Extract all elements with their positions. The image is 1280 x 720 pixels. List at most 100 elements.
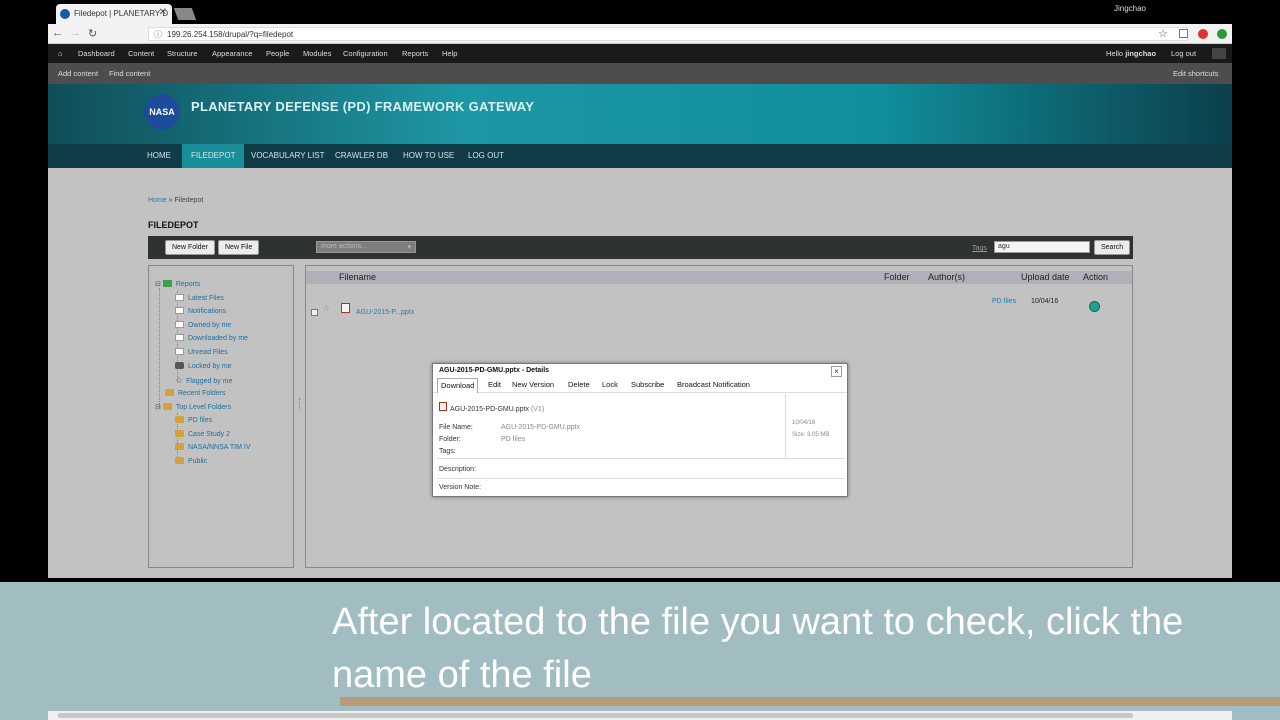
- folder-icon: [165, 389, 174, 396]
- tab-broadcast-notification[interactable]: Broadcast Notification: [677, 380, 750, 389]
- back-icon[interactable]: ←: [52, 27, 63, 39]
- nav-crawler-db[interactable]: CRAWLER DB: [326, 144, 397, 168]
- tree-folder-pd-files[interactable]: PD files: [175, 416, 212, 424]
- favorite-star-icon[interactable]: ☆: [322, 303, 330, 314]
- search-input[interactable]: agu: [994, 241, 1090, 253]
- admin-item-structure[interactable]: Structure: [167, 49, 197, 58]
- folder-value[interactable]: PD files: [501, 436, 525, 443]
- admin-item-reports[interactable]: Reports: [402, 49, 428, 58]
- video-progress-bar[interactable]: [340, 697, 1280, 706]
- tab-new-version[interactable]: New Version: [512, 380, 554, 389]
- add-content-link[interactable]: Add content: [58, 69, 98, 78]
- toolbar-toggle-button[interactable]: [1212, 48, 1226, 59]
- star-icon: ☆: [175, 375, 184, 385]
- nasa-logo[interactable]: NASA: [144, 94, 180, 130]
- admin-item-modules[interactable]: Modules: [303, 49, 331, 58]
- scrollbar-thumb[interactable]: [58, 713, 1133, 718]
- document-icon: [175, 348, 184, 355]
- edit-shortcuts-link[interactable]: Edit shortcuts: [1173, 69, 1218, 78]
- bookmark-star-icon[interactable]: ☆: [1158, 27, 1168, 40]
- extension-green-icon[interactable]: [1217, 29, 1227, 39]
- admin-item-help[interactable]: Help: [442, 49, 457, 58]
- tree-folder-case-study-2[interactable]: Case Study 2: [175, 430, 230, 438]
- tree-notifications[interactable]: Notifications: [175, 307, 226, 315]
- pptx-file-icon: [341, 303, 350, 313]
- tree-reports[interactable]: ⊟ Reports: [155, 280, 200, 288]
- tree-folder-public[interactable]: Public: [175, 457, 207, 465]
- find-content-link[interactable]: Find content: [109, 69, 150, 78]
- admin-item-content[interactable]: Content: [128, 49, 154, 58]
- more-actions-select[interactable]: more actions... ▾: [316, 241, 416, 253]
- tab-delete[interactable]: Delete: [568, 380, 590, 389]
- calendar-icon: [175, 294, 184, 301]
- action-download-icon[interactable]: [1089, 301, 1100, 312]
- col-authors[interactable]: Author(s): [928, 272, 965, 282]
- nav-logout[interactable]: LOG OUT: [459, 144, 513, 168]
- collapse-icon[interactable]: ⊟: [155, 404, 161, 411]
- col-folder[interactable]: Folder: [884, 272, 910, 282]
- col-filename[interactable]: Filename: [339, 272, 376, 282]
- nav-home[interactable]: HOME: [138, 144, 180, 168]
- adblock-icon[interactable]: [1198, 29, 1208, 39]
- admin-item-dashboard[interactable]: Dashboard: [78, 49, 115, 58]
- forward-icon[interactable]: →: [70, 27, 81, 39]
- tab-lock[interactable]: Lock: [602, 380, 618, 389]
- document-icon: [175, 307, 184, 314]
- nav-how-to-use[interactable]: HOW TO USE: [394, 144, 463, 168]
- description-label: Description:: [439, 466, 476, 473]
- collapse-icon[interactable]: ⊟: [155, 281, 161, 288]
- browser-tab-strip: [48, 0, 1232, 24]
- file-upload-date: 10/04/16: [1031, 298, 1059, 305]
- username[interactable]: jingchao: [1125, 49, 1156, 58]
- tab-close-icon[interactable]: ✕: [159, 7, 167, 18]
- tab-subscribe[interactable]: Subscribe: [631, 380, 664, 389]
- dialog-close-icon[interactable]: ×: [831, 366, 842, 377]
- admin-item-configuration[interactable]: Configuration: [343, 49, 388, 58]
- file-date: 10/04/16: [792, 420, 816, 426]
- version-note-label: Version Note:: [439, 484, 482, 491]
- file-folder-link[interactable]: PD files: [992, 298, 1016, 305]
- reports-icon: [162, 280, 172, 287]
- admin-logout-link[interactable]: Log out: [1171, 49, 1196, 58]
- dialog-tabs: Download Edit New Version Delete Lock Su…: [433, 377, 847, 393]
- tree-top-level-folders[interactable]: ⊟ Top Level Folders: [155, 403, 231, 411]
- new-tab-button[interactable]: [173, 8, 197, 20]
- tree-locked-by-me[interactable]: Locked by me: [175, 362, 232, 370]
- search-button[interactable]: Search: [1094, 240, 1131, 255]
- tree-folder-nasa-nnsa[interactable]: NASA/NNSA TIM IV: [175, 443, 251, 451]
- splitter-handle[interactable]: [299, 398, 301, 410]
- tags-link[interactable]: Tags: [972, 245, 987, 252]
- tree-unread-files[interactable]: Unread Files: [175, 348, 228, 356]
- tab-edit[interactable]: Edit: [488, 380, 501, 389]
- file-name-link[interactable]: AGU-2015-P...pptx: [356, 309, 414, 316]
- dialog-title: AGU-2015-PD-GMU.pptx - Details: [439, 367, 550, 374]
- breadcrumb-home[interactable]: Home: [148, 197, 167, 204]
- info-icon[interactable]: ⓘ: [154, 29, 162, 40]
- tab-download[interactable]: Download: [437, 378, 479, 393]
- folder-icon: [175, 443, 184, 450]
- url-input[interactable]: ⓘ 199.26.254.158/drupal/?q=filedepot: [148, 27, 1188, 41]
- tab-title: Filedepot | PLANETARY D: [74, 9, 169, 18]
- col-action[interactable]: Action: [1083, 272, 1108, 282]
- home-icon[interactable]: ⌂: [58, 49, 63, 58]
- profile-name[interactable]: Jingchao: [1100, 4, 1160, 13]
- col-upload-date[interactable]: Upload date: [1021, 272, 1070, 282]
- nav-vocabulary-list[interactable]: VOCABULARY LIST: [242, 144, 334, 168]
- admin-item-people[interactable]: People: [266, 49, 289, 58]
- site-title[interactable]: PLANETARY DEFENSE (PD) FRAMEWORK GATEWAY: [191, 99, 534, 114]
- browser-tab[interactable]: Filedepot | PLANETARY D ✕: [56, 4, 172, 24]
- horizontal-scrollbar[interactable]: [48, 711, 1232, 720]
- tree-downloaded-by-me[interactable]: Downloaded by me: [175, 334, 248, 342]
- tree-latest-files[interactable]: Latest Files: [175, 294, 224, 302]
- tree-owned-by-me[interactable]: Owned by me: [175, 321, 231, 329]
- row-checkbox[interactable]: [311, 309, 318, 316]
- folder-label: Folder:: [439, 436, 461, 443]
- new-folder-button[interactable]: New Folder: [165, 240, 215, 255]
- reload-icon[interactable]: ↻: [88, 27, 97, 40]
- extension-icon[interactable]: [1179, 29, 1188, 38]
- new-file-button[interactable]: New File: [218, 240, 260, 255]
- nav-filedepot[interactable]: FILEDEPOT: [182, 144, 245, 168]
- tree-recent-folders[interactable]: Recent Folders: [165, 389, 225, 397]
- tree-flagged-by-me[interactable]: ☆ Flagged by me: [175, 375, 232, 386]
- admin-item-appearance[interactable]: Appearance: [212, 49, 252, 58]
